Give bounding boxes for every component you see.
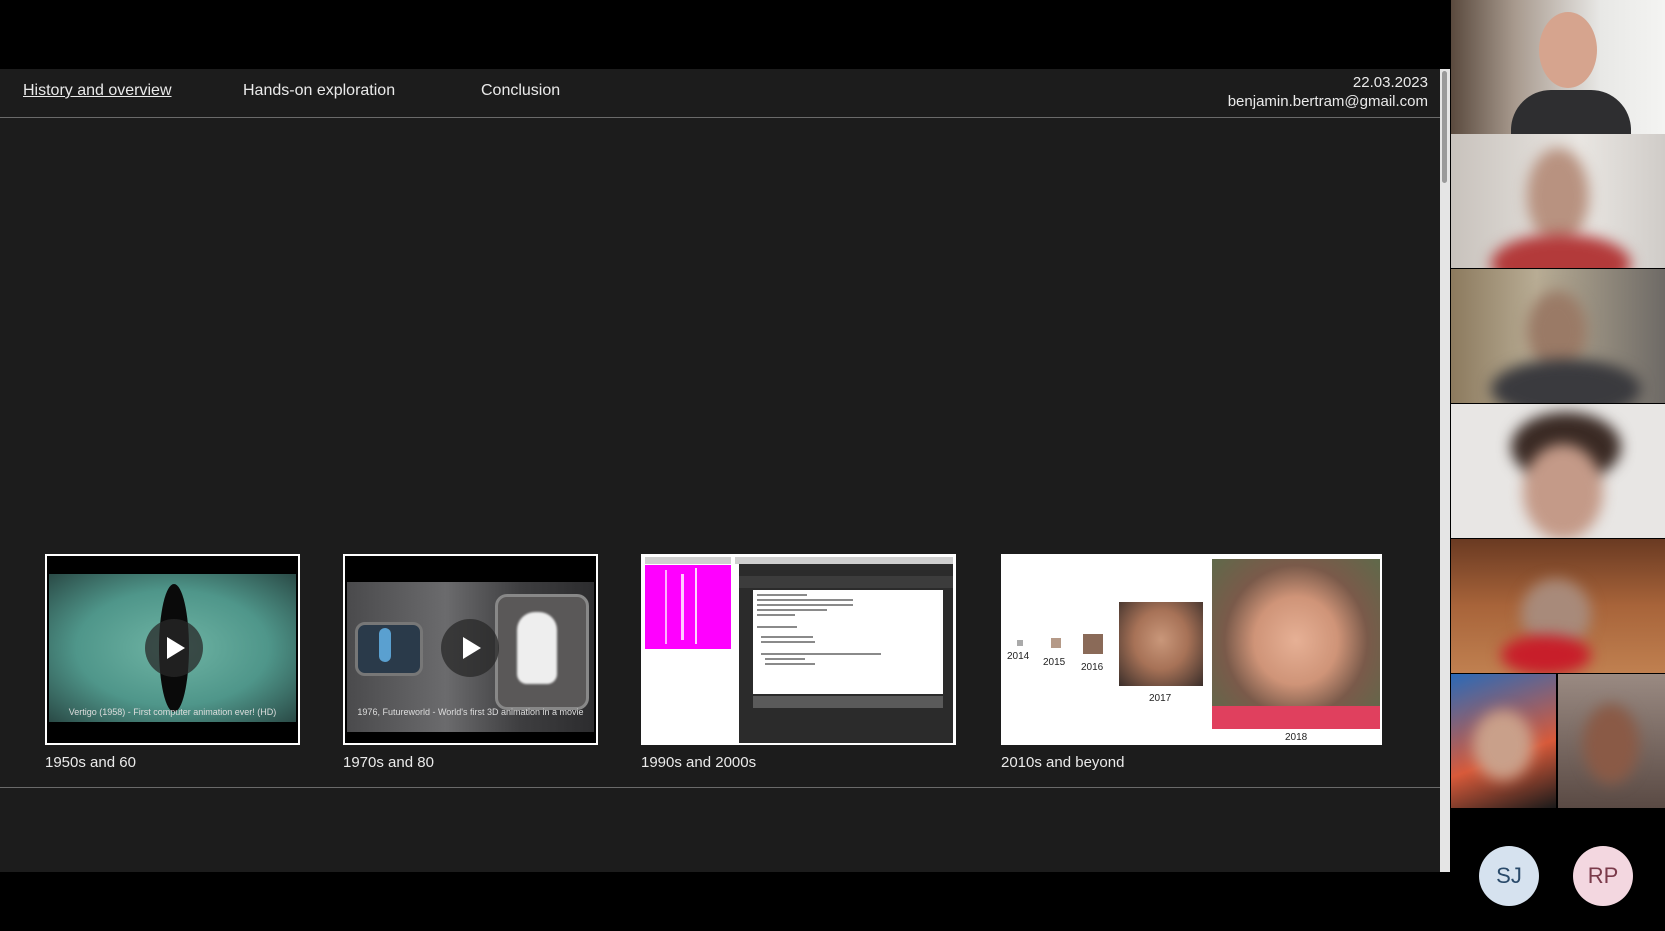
slide-navigation: History and overview Hands-on exploratio…	[0, 69, 1440, 118]
avatar[interactable]: RP	[1573, 846, 1633, 906]
era-label: 1970s and 80	[343, 754, 434, 771]
play-icon[interactable]	[145, 619, 203, 677]
tab-hands-on-exploration[interactable]: Hands-on exploration	[243, 82, 395, 100]
presenter-email: benjamin.bertram@gmail.com	[1227, 93, 1428, 110]
presentation-slide: History and overview Hands-on exploratio…	[0, 69, 1440, 872]
avatar-initials: SJ	[1496, 863, 1522, 888]
participant-video-6[interactable]	[1451, 674, 1665, 808]
gan-faces-image: 2014 2015 2016 2017 2018	[1001, 554, 1382, 745]
processing-screenshot	[641, 554, 956, 745]
participant-video-speaker[interactable]	[1451, 0, 1665, 134]
year-label: 2015	[1043, 657, 1066, 668]
presenter-info: 22.03.2023 benjamin.bertram@gmail.com	[1228, 73, 1428, 111]
slide-footer-divider	[0, 787, 1440, 788]
participant-video-5[interactable]	[1451, 539, 1665, 673]
video-thumbnail-futureworld[interactable]: 1976, Futureworld - World's first 3D ani…	[343, 554, 598, 745]
participant-video-4[interactable]	[1451, 404, 1665, 538]
video-caption: 1976, Futureworld - World's first 3D ani…	[357, 707, 584, 717]
play-icon[interactable]	[441, 619, 499, 677]
participants-panel: SJ RP	[1451, 0, 1665, 931]
scrollbar-thumb[interactable]	[1442, 71, 1447, 183]
era-label: 1950s and 60	[45, 754, 136, 771]
presentation-date: 22.03.2023	[1352, 74, 1428, 91]
slide-scrollbar[interactable]	[1440, 69, 1450, 872]
era-label: 1990s and 2000s	[641, 754, 757, 771]
video-thumbnail-vertigo[interactable]: Vertigo (1958) - First computer animatio…	[45, 554, 300, 745]
tab-history-and-overview[interactable]: History and overview	[23, 82, 172, 100]
video-caption: Vertigo (1958) - First computer animatio…	[68, 707, 277, 717]
avatar-initials: RP	[1587, 863, 1619, 888]
avatar[interactable]: SJ	[1479, 846, 1539, 906]
era-label: 2010s and beyond	[1001, 754, 1125, 771]
participant-video-3[interactable]	[1451, 269, 1665, 403]
participant-video-2[interactable]	[1451, 134, 1665, 268]
year-label: 2018	[1285, 732, 1308, 743]
year-label: 2016	[1081, 662, 1104, 673]
year-label: 2017	[1149, 693, 1172, 704]
year-label: 2014	[1007, 651, 1030, 662]
tab-conclusion[interactable]: Conclusion	[481, 82, 560, 100]
